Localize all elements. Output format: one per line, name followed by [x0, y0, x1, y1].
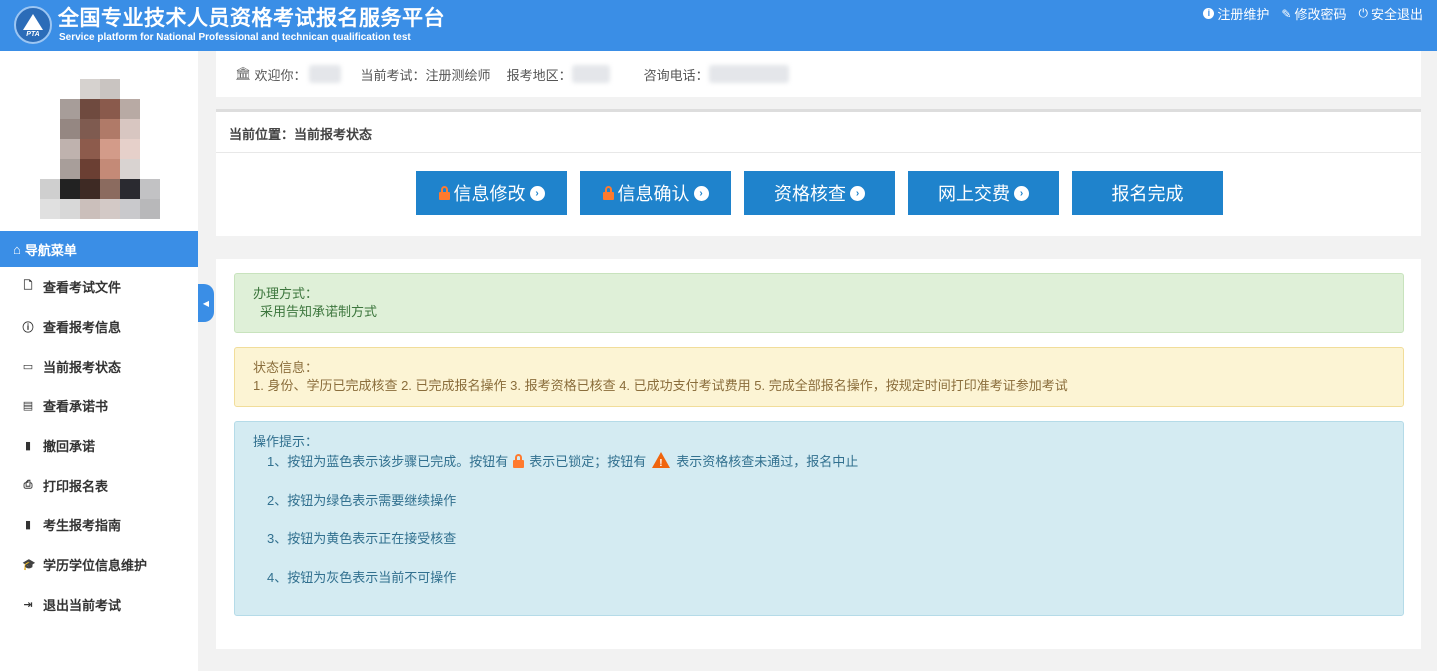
sign-out-icon: ⇥	[23, 598, 33, 611]
phone-segment: 咨询电话：	[644, 65, 789, 84]
top-header: PTA 全国专业技术人员资格考试报名服务平台 Service platform …	[0, 0, 1437, 51]
change-password-link[interactable]: ✎ 修改密码	[1281, 4, 1346, 23]
chevron-circle-right-icon: ›	[850, 185, 865, 201]
header-links: i 注册维护 ✎ 修改密码 ⏻ 安全退出	[1203, 4, 1423, 23]
username-redacted	[308, 65, 341, 83]
sidebar-item-commitment[interactable]: ▤ 查看承诺书	[0, 386, 198, 426]
tip-3: 3、按钮为黄色表示正在接受核查	[267, 531, 457, 546]
print-icon: ⎙	[23, 478, 33, 491]
sidebar-collapse-toggle[interactable]: ◀	[198, 284, 214, 322]
tip-4: 4、按钮为灰色表示当前不可操作	[267, 569, 457, 585]
info-circle-icon: ⓘ	[22, 321, 34, 334]
tip-2: 2、按钮为绿色表示需要继续操作	[267, 492, 457, 508]
monitor-icon: ▭	[22, 360, 34, 373]
register-maintain-link[interactable]: i 注册维护	[1203, 4, 1269, 23]
region-redacted	[571, 65, 610, 83]
nav-menu-header: ⌂ 导航菜单	[0, 231, 198, 267]
status-alert: 状态信息： 1. 身份、学历已完成核查 2. 已完成报名操作 3. 报考资格已核…	[234, 347, 1404, 407]
sidebar-item-print-form[interactable]: ⎙ 打印报名表	[0, 465, 198, 505]
method-alert: 办理方式： 采用告知承诺制方式	[234, 273, 1404, 333]
chevron-circle-right-icon: ›	[693, 185, 709, 201]
step-info-confirm-button[interactable]: 信息确认 ›	[580, 171, 731, 215]
lock-icon	[602, 186, 614, 200]
divider	[216, 152, 1421, 153]
phone-redacted	[708, 65, 789, 83]
chevron-circle-right-icon: ›	[1014, 185, 1029, 201]
alerts-panel: 办理方式： 采用告知承诺制方式 状态信息： 1. 身份、学历已完成核查 2. 已…	[216, 259, 1421, 649]
nav-list: 🗋 查看考试文件 ⓘ 查看报考信息 ▭ 当前报考状态 ▤ 查看承诺书 ▮ 撤回承…	[0, 267, 198, 624]
power-icon: ⏻	[1358, 6, 1368, 20]
pta-logo: PTA	[14, 6, 52, 44]
home-icon: ⌂	[13, 241, 21, 257]
step-buttons: 信息修改 › 信息确认 › 资格核查 › 网上交费 › 报名完成	[416, 171, 1223, 215]
warning-icon: !	[652, 452, 671, 469]
info-circle-icon: i	[1203, 8, 1215, 19]
book-icon: ▮	[24, 519, 32, 532]
bank-icon: 🏛	[235, 66, 252, 81]
region-segment: 报考地区：	[507, 65, 610, 84]
status-panel: 当前位置：当前报考状态 信息修改 › 信息确认 › 资格核查 › 网上交费 › …	[216, 109, 1421, 236]
logout-link[interactable]: ⏻ 安全退出	[1358, 4, 1423, 23]
sidebar-item-guide[interactable]: ▮ 考生报考指南	[0, 505, 198, 545]
caret-left-icon: ◀	[202, 298, 210, 308]
sidebar-item-exam-info[interactable]: ⓘ 查看报考信息	[0, 307, 198, 347]
breadcrumb: 当前位置：当前报考状态	[229, 127, 373, 142]
exam-segment: 当前考试： 注册测绘师	[360, 67, 491, 83]
lock-icon	[438, 186, 450, 200]
step-complete-button[interactable]: 报名完成	[1072, 171, 1223, 215]
sidebar-item-current-status[interactable]: ▭ 当前报考状态	[0, 346, 198, 386]
welcome-segment: 🏛 欢迎你：	[235, 65, 341, 84]
lock-icon	[513, 454, 525, 468]
graduation-cap-icon: 🎓	[22, 559, 36, 572]
id-card-icon: ▤	[22, 400, 34, 413]
chevron-circle-right-icon: ›	[529, 185, 545, 201]
step-online-payment-button[interactable]: 网上交费 ›	[908, 171, 1059, 215]
sidebar-item-exam-files[interactable]: 🗋 查看考试文件	[0, 267, 198, 307]
tips-alert: 操作提示： 1、按钮为蓝色表示该步骤已完成。按钮有 表示已锁定；按钮有 ! 表示…	[234, 421, 1404, 616]
sidebar-item-withdraw[interactable]: ▮ 撤回承诺	[0, 426, 198, 466]
avatar	[40, 79, 160, 219]
user-info-bar: 🏛 欢迎你： 当前考试： 注册测绘师 报考地区： 咨询电话：	[216, 51, 1421, 97]
sidebar: ⌂ 导航菜单 🗋 查看考试文件 ⓘ 查看报考信息 ▭ 当前报考状态 ▤ 查看承诺…	[0, 51, 198, 671]
book-icon: ▮	[24, 440, 32, 453]
edit-icon: ✎	[1281, 6, 1292, 21]
site-subtitle: Service platform for National Profession…	[59, 32, 411, 43]
step-info-edit-button[interactable]: 信息修改 ›	[416, 171, 567, 215]
step-qualification-check-button[interactable]: 资格核查 ›	[744, 171, 895, 215]
sidebar-item-exit-exam[interactable]: ⇥ 退出当前考试	[0, 585, 198, 625]
site-title: 全国专业技术人员资格考试报名服务平台	[58, 7, 445, 30]
sidebar-item-degree-info[interactable]: 🎓 学历学位信息维护	[0, 545, 198, 585]
file-icon: 🗋	[23, 280, 33, 293]
tip-1: 1、按钮为蓝色表示该步骤已完成。按钮有 表示已锁定；按钮有 ! 表示资格核查未通…	[267, 452, 859, 469]
